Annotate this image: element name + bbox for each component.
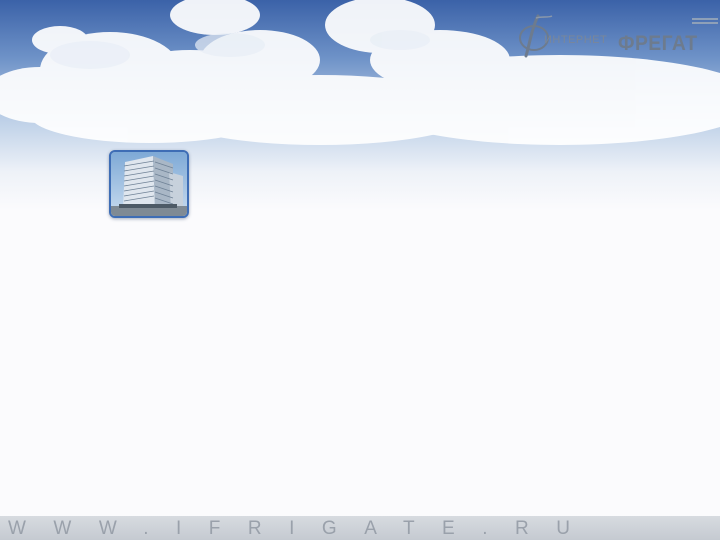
- logo-big-text: ФРЕГАТ: [618, 32, 698, 55]
- building-thumbnail-icon: [111, 152, 187, 216]
- footer-bar: WWW.IFRIGATE.RU: [0, 516, 720, 540]
- ifrigate-logo[interactable]: ИНТЕРНЕТ ФРЕГАТ: [516, 14, 718, 58]
- website-url[interactable]: WWW.IFRIGATE.RU: [0, 518, 720, 540]
- logo-bars-icon: [692, 18, 718, 28]
- logo-small-text: ИНТЕРНЕТ: [544, 34, 608, 46]
- building-thumbnail-button[interactable]: [109, 150, 189, 218]
